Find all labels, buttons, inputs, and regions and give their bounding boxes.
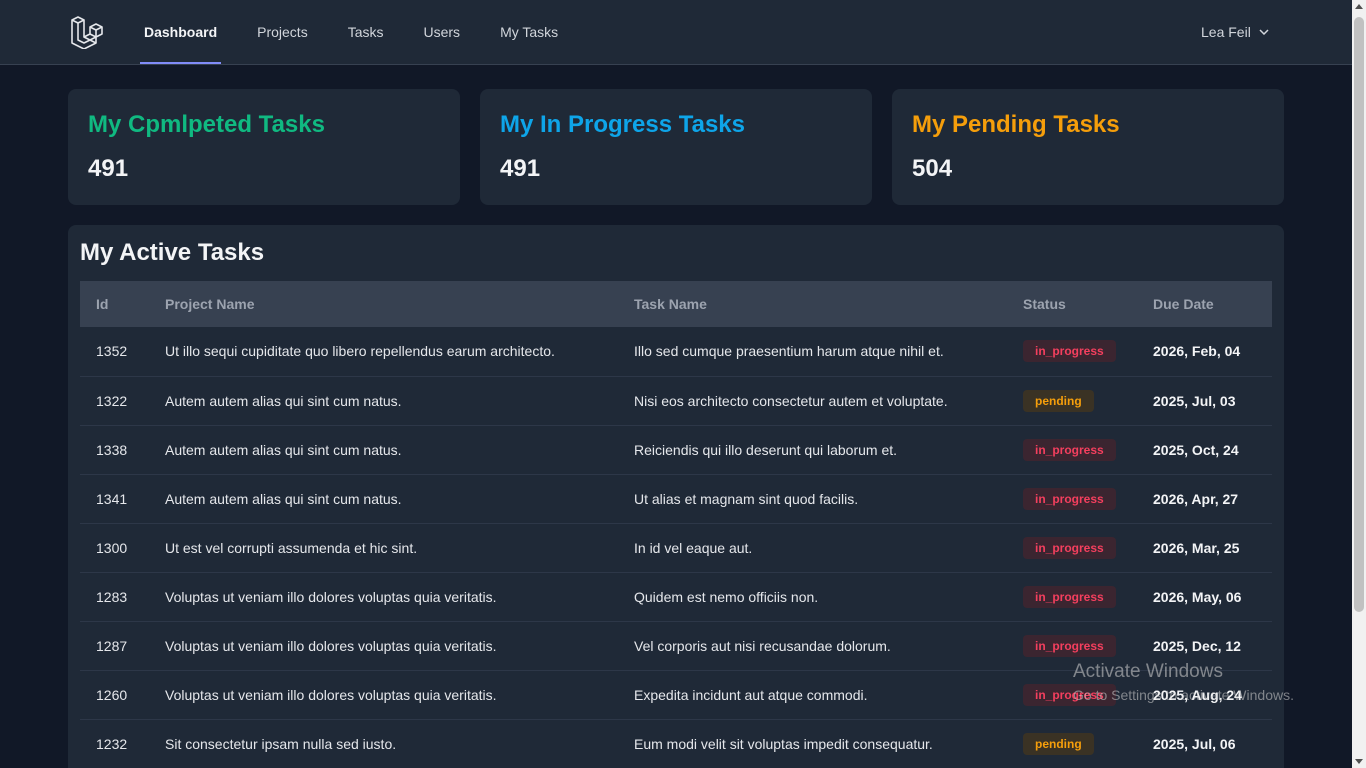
status-badge: in_progress bbox=[1023, 340, 1116, 363]
due-date: 2026, May, 06 bbox=[1153, 588, 1242, 605]
nav-link-dashboard[interactable]: Dashboard bbox=[140, 0, 222, 64]
table-row[interactable]: 1341 Autem autem alias qui sint cum natus… bbox=[80, 474, 1272, 523]
project-name: Voluptas ut veniam illo dolores voluptas… bbox=[165, 637, 497, 654]
column-header-project-name: Project Name bbox=[165, 296, 255, 312]
nav-link-users[interactable]: Users bbox=[424, 0, 461, 64]
status-cell: in_progress bbox=[1007, 670, 1137, 719]
status-badge: in_progress bbox=[1023, 536, 1116, 559]
scroll-down-arrow-icon[interactable] bbox=[1355, 759, 1363, 764]
due-date: 2025, Jul, 06 bbox=[1153, 735, 1236, 752]
task-name: Nisi eos architecto consectetur autem et… bbox=[634, 392, 948, 409]
task-name: Quidem est nemo officiis non. bbox=[634, 588, 819, 605]
due-date: 2026, Mar, 25 bbox=[1153, 539, 1240, 556]
project-name: Autem autem alias qui sint cum natus. bbox=[165, 441, 402, 458]
project-name: Ut illo sequi cupiditate quo libero repe… bbox=[165, 343, 555, 360]
status-badge: in_progress bbox=[1023, 634, 1116, 657]
table-row[interactable]: 1283 Voluptas ut veniam illo dolores volu… bbox=[80, 572, 1272, 621]
active-tasks-panel: My Active Tasks Id Project Name Task Nam… bbox=[68, 225, 1284, 768]
table-row[interactable]: 1232 Sit consectetur ipsam nulla sed iust… bbox=[80, 719, 1272, 768]
project-name: Sit consectetur ipsam nulla sed iusto. bbox=[165, 735, 397, 752]
table-row[interactable]: 1260 Voluptas ut veniam illo dolores volu… bbox=[80, 670, 1272, 719]
scroll-up-arrow-icon[interactable] bbox=[1355, 4, 1363, 9]
column-header-task-name: Task Name bbox=[634, 296, 707, 312]
task-id: 1341 bbox=[96, 490, 128, 507]
status-badge: pending bbox=[1023, 732, 1094, 755]
due-date: 2026, Feb, 04 bbox=[1153, 343, 1241, 360]
nav-link-my-tasks[interactable]: My Tasks bbox=[500, 0, 558, 64]
status-badge: in_progress bbox=[1023, 683, 1116, 706]
task-name: Reiciendis qui illo deserunt qui laborum… bbox=[634, 441, 898, 458]
card-count: 491 bbox=[88, 155, 129, 182]
table-header-row: Id Project Name Task Name Status Due Dat… bbox=[80, 281, 1272, 327]
project-name: Voluptas ut veniam illo dolores voluptas… bbox=[165, 588, 497, 605]
column-header-status: Status bbox=[1023, 296, 1066, 312]
task-id: 1352 bbox=[96, 343, 128, 360]
status-cell: in_progress bbox=[1007, 621, 1137, 670]
user-menu[interactable]: Lea Feil bbox=[1201, 22, 1269, 42]
table-row[interactable]: 1300 Ut est vel corrupti assumenda et hic… bbox=[80, 523, 1272, 572]
due-date: 2025, Aug, 24 bbox=[1153, 686, 1242, 703]
status-badge: pending bbox=[1023, 389, 1094, 412]
due-date: 2026, Apr, 27 bbox=[1153, 490, 1239, 507]
project-name: Autem autem alias qui sint cum natus. bbox=[165, 392, 402, 409]
panel-title: My Active Tasks bbox=[80, 239, 265, 266]
card-count: 504 bbox=[912, 155, 953, 182]
task-name: Vel corporis aut nisi recusandae dolorum… bbox=[634, 637, 891, 654]
task-id: 1322 bbox=[96, 392, 128, 409]
card-title: My In Progress Tasks bbox=[500, 111, 745, 138]
table-row[interactable]: 1287 Voluptas ut veniam illo dolores volu… bbox=[80, 621, 1272, 670]
task-id: 1283 bbox=[96, 588, 128, 605]
column-header-due-date: Due Date bbox=[1153, 296, 1214, 312]
status-cell: in_progress bbox=[1007, 474, 1137, 523]
task-name: Eum modi velit sit voluptas impedit cons… bbox=[634, 735, 933, 752]
due-date: 2025, Dec, 12 bbox=[1153, 637, 1241, 654]
task-name: In id vel eaque aut. bbox=[634, 539, 753, 556]
project-name: Ut est vel corrupti assumenda et hic sin… bbox=[165, 539, 418, 556]
table-row[interactable]: 1322 Autem autem alias qui sint cum natus… bbox=[80, 376, 1272, 425]
active-tasks-table: Id Project Name Task Name Status Due Dat… bbox=[80, 281, 1272, 768]
due-date: 2025, Oct, 24 bbox=[1153, 441, 1239, 458]
card-count: 491 bbox=[500, 155, 541, 182]
laravel-logo-icon[interactable] bbox=[70, 15, 104, 49]
task-id: 1338 bbox=[96, 441, 128, 458]
task-id: 1260 bbox=[96, 686, 128, 703]
task-name: Expedita incidunt aut atque commodi. bbox=[634, 686, 868, 703]
top-navbar: Dashboard Projects Tasks Users My Tasks Lea … bbox=[0, 0, 1352, 65]
status-cell: pending bbox=[1007, 376, 1137, 425]
vertical-scrollbar[interactable] bbox=[1352, 0, 1366, 768]
status-badge: in_progress bbox=[1023, 438, 1116, 461]
in-progress-tasks-card: My In Progress Tasks 491 bbox=[480, 89, 872, 205]
task-id: 1300 bbox=[96, 539, 128, 556]
scrollbar-thumb[interactable] bbox=[1354, 17, 1364, 612]
status-cell: pending bbox=[1007, 719, 1137, 768]
status-cell: in_progress bbox=[1007, 327, 1137, 376]
page: Dashboard Projects Tasks Users My Tasks Lea … bbox=[0, 0, 1366, 768]
task-id: 1232 bbox=[96, 735, 128, 752]
status-badge: in_progress bbox=[1023, 487, 1116, 510]
nav-link-tasks[interactable]: Tasks bbox=[348, 0, 384, 64]
nav-link-projects[interactable]: Projects bbox=[257, 0, 308, 64]
status-cell: in_progress bbox=[1007, 425, 1137, 474]
task-name: Illo sed cumque praesentium harum atque … bbox=[634, 343, 944, 360]
task-id: 1287 bbox=[96, 637, 128, 654]
table-row[interactable]: 1352 Ut illo sequi cupiditate quo libero … bbox=[80, 327, 1272, 376]
project-name: Autem autem alias qui sint cum natus. bbox=[165, 490, 402, 507]
table-row[interactable]: 1338 Autem autem alias qui sint cum natus… bbox=[80, 425, 1272, 474]
project-name: Voluptas ut veniam illo dolores voluptas… bbox=[165, 686, 497, 703]
nav-links: Dashboard Projects Tasks Users My Tasks bbox=[140, 0, 598, 64]
completed-tasks-card: My Cpmlpeted Tasks 491 bbox=[68, 89, 460, 205]
status-cell: in_progress bbox=[1007, 572, 1137, 621]
card-title: My Cpmlpeted Tasks bbox=[88, 111, 325, 138]
due-date: 2025, Jul, 03 bbox=[1153, 392, 1236, 409]
status-cell: in_progress bbox=[1007, 523, 1137, 572]
chevron-down-icon bbox=[1259, 29, 1269, 35]
column-header-id: Id bbox=[96, 296, 109, 312]
card-title: My Pending Tasks bbox=[912, 111, 1120, 138]
status-badge: in_progress bbox=[1023, 585, 1116, 608]
task-name: Ut alias et magnam sint quod facilis. bbox=[634, 490, 859, 507]
user-name: Lea Feil bbox=[1201, 24, 1251, 40]
pending-tasks-card: My Pending Tasks 504 bbox=[892, 89, 1284, 205]
